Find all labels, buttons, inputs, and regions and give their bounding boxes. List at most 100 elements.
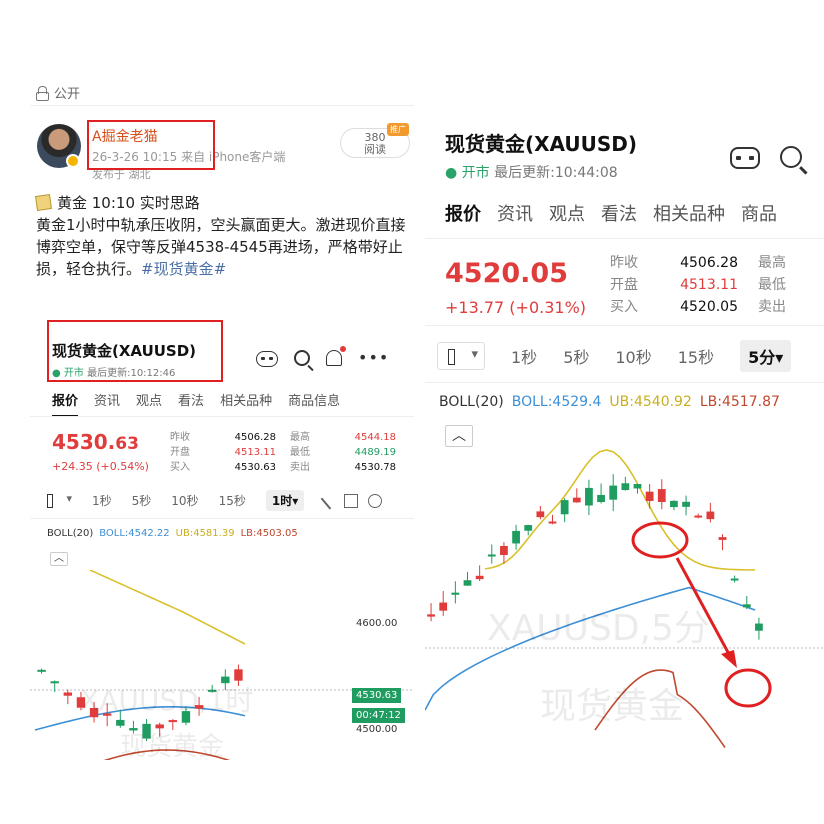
quote-value: 4506.28 [234,432,276,443]
tf-5s[interactable]: 5秒 [563,344,589,368]
candle-body [116,719,125,726]
candle-body [50,681,59,684]
chart-toolbar: 1秒 5秒 10秒 15秒 5分▾ [437,340,792,372]
candle-body [706,511,715,520]
read-label: 阅读 [364,143,386,156]
boll-ub-line [89,570,246,645]
axis-label-4500: 4500.00 [356,724,398,735]
header-icons [730,144,802,169]
last-price-tag: 4530.63 [352,688,402,703]
tf-active[interactable]: 1时▾ [265,490,305,511]
grid-icon[interactable] [344,493,359,508]
candle-body [536,511,545,518]
tf-1s[interactable]: 1秒 [92,492,112,509]
candle-body [560,500,569,515]
price-integer: 4530. [52,430,116,454]
candle-body [221,676,230,684]
candle-body [487,554,496,557]
boll-mid: BOLL:4542.22 [99,528,170,539]
chart-type-icon[interactable] [437,342,485,370]
tab-views[interactable]: 看法 [601,200,637,226]
quote-label: 最低 [290,447,310,458]
tf-1s[interactable]: 1秒 [511,344,537,368]
candle-body [621,483,630,491]
price-decimal: 63 [115,434,139,454]
candle-body [694,515,703,518]
tf-15s[interactable]: 15秒 [219,492,246,509]
quote-label: 卖出 [290,462,310,473]
tab-info[interactable]: 商品信息 [288,390,340,417]
tab-quote[interactable]: 报价 [52,390,79,417]
header-icons: ••• [256,345,389,367]
boll-ub: UB:4581.39 [175,528,235,539]
quote-tabs: 报价 资讯 观点 看法 相关品种 商品信息 [52,390,340,417]
annotation-box [87,120,215,170]
candle-body [609,485,618,500]
candle-body [451,592,460,595]
draw-icon[interactable] [320,491,338,510]
candle-body [682,501,690,507]
candle-body [463,580,472,586]
tab-related[interactable]: 相关品种 [653,200,725,226]
tf-active[interactable]: 5分▾ [740,340,792,372]
verified-badge-icon [66,154,80,168]
last-update: 最后更新:10:44:08 [494,165,618,181]
boll-lb: LB:4503.05 [240,528,298,539]
ai-assistant-icon[interactable] [256,351,278,367]
candle-body [718,537,727,540]
tab-info[interactable]: 商品 [741,200,777,226]
candle-body [597,494,605,503]
bell-icon[interactable] [326,345,346,366]
promo-badge[interactable]: 推广 [387,123,409,136]
quote-label: 开盘 [610,277,638,293]
quote-value: 4506.28 [680,255,738,271]
hashtag-link[interactable]: #现货黄金# [141,260,226,278]
annotation-circle [724,668,772,708]
ai-assistant-icon[interactable] [730,147,760,169]
quote-tabs: 报价 资讯 观点 看法 相关品种 商品 [445,200,777,226]
divider [30,105,414,106]
right-candle-chart: XAUUSD,5分 现货黄金 [425,449,824,748]
tab-opinions[interactable]: 观点 [549,200,585,226]
search-icon[interactable] [780,145,802,168]
post-body: 黄金 10:10 实时思路 黄金1小时中轨承压收阴，空头赢面更大。激进现价直接博… [35,192,408,280]
tab-news[interactable]: 资讯 [94,390,120,417]
annotation-arrowhead [721,650,737,668]
search-icon[interactable] [294,349,310,366]
chart-type-icon[interactable] [44,492,72,510]
candle-body [500,545,508,556]
tab-quote[interactable]: 报价 [445,200,481,226]
divider [425,382,824,383]
more-icon[interactable]: ••• [358,349,389,366]
collapse-button[interactable]: ︿ [50,552,68,566]
divider [425,238,824,239]
watermark: XAUUSD,1时 [80,684,253,717]
quote-value: 4530.63 [234,462,276,473]
tab-news[interactable]: 资讯 [497,200,533,226]
price-change: +13.77 (+0.31%) [445,298,587,317]
lock-icon [36,86,49,101]
post-headline: 黄金 10:10 实时思路 [57,194,200,212]
countdown-tag: 00:47:12 [352,708,405,723]
instrument-title: 现货黄金(XAUUSD) [445,132,638,156]
divider [30,416,414,417]
current-price: 4520.05 [445,258,568,289]
tf-10s[interactable]: 10秒 [615,344,651,368]
tab-opinions[interactable]: 观点 [136,390,162,417]
tab-related[interactable]: 相关品种 [220,390,272,417]
settings-icon[interactable] [368,493,383,508]
quote-grid: 昨收 4506.28 最高 开盘 4513.11 最低 买入 4520.05 卖出 [610,252,824,318]
tf-10s[interactable]: 10秒 [171,492,198,509]
candle-body [657,489,666,502]
candle-body [585,487,593,506]
visibility-label: 公开 [54,87,81,102]
watermark: XAUUSD,5分 [487,608,710,649]
quote-label: 开盘 [170,447,190,458]
quote-label: 最高 [290,432,310,443]
quote-label: 买入 [170,462,190,473]
tab-views[interactable]: 看法 [178,390,204,417]
weibo-post-panel: 公开 A掘金老猫 26-3-26 10:15 来自 iPhone客户端 发布于 … [30,70,414,760]
candle-body [155,724,164,729]
tf-5s[interactable]: 5秒 [132,492,152,509]
tf-15s[interactable]: 15秒 [678,344,714,368]
